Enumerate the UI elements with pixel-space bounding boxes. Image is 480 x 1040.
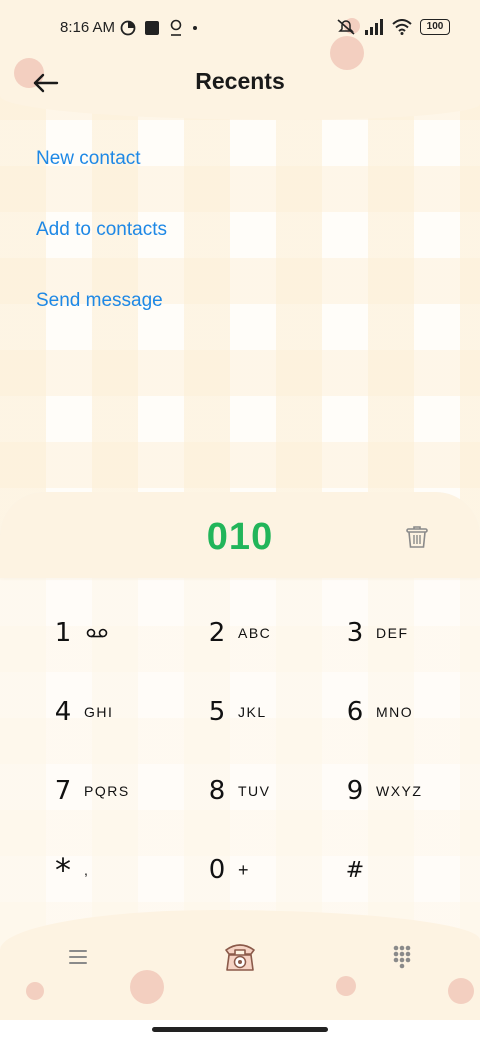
- key-digit: 0: [208, 855, 226, 885]
- key-letters: +: [238, 859, 251, 880]
- call-button[interactable]: [220, 936, 260, 976]
- key-7[interactable]: 7 PQRS: [48, 756, 198, 826]
- keypad-icon: [393, 945, 411, 969]
- key-0[interactable]: 0 +: [202, 835, 352, 905]
- dot-icon: [193, 26, 197, 30]
- key-letters: WXYZ: [376, 783, 423, 799]
- key-6[interactable]: 6 MNO: [340, 677, 480, 747]
- key-digit: 8: [208, 776, 226, 806]
- key-1[interactable]: 1: [48, 598, 198, 668]
- key-3[interactable]: 3 DEF: [340, 598, 480, 668]
- key-digit: *: [55, 851, 71, 889]
- status-bar: 8:16 AM 100: [0, 0, 480, 56]
- telephone-icon: [225, 944, 255, 971]
- key-4[interactable]: 4 GHI: [48, 677, 198, 747]
- send-message-link[interactable]: Send message: [36, 290, 163, 312]
- decor-dot: [26, 982, 44, 1000]
- key-digit: 6: [346, 697, 364, 727]
- key-digit: 3: [346, 618, 364, 648]
- app-bar: Recents: [0, 56, 480, 108]
- key-digit: 9: [346, 776, 364, 806]
- trash-icon: [406, 526, 428, 548]
- key-letters: TUV: [238, 783, 271, 799]
- mute-icon: [337, 19, 355, 35]
- status-time: 8:16 AM: [60, 19, 116, 36]
- menu-icon: [69, 950, 87, 964]
- battery-icon: 100: [420, 19, 450, 35]
- key-digit: 2: [208, 618, 226, 648]
- key-5[interactable]: 5 JKL: [202, 677, 352, 747]
- page-title: Recents: [195, 68, 285, 94]
- new-contact-link[interactable]: New contact: [36, 148, 141, 170]
- dialer-display: 010: [0, 492, 480, 578]
- key-letters: DEF: [376, 625, 409, 641]
- signal-icon: [365, 19, 383, 35]
- add-to-contacts-link[interactable]: Add to contacts: [36, 219, 167, 241]
- voicemail-icon: [86, 628, 108, 638]
- square-notification-icon: [145, 21, 159, 35]
- key-2[interactable]: 2 ABC: [202, 598, 352, 668]
- key-letters: PQRS: [84, 783, 130, 799]
- key-letters: GHI: [84, 704, 114, 720]
- key-9[interactable]: 9 WXYZ: [340, 756, 480, 826]
- location-notification-icon: [170, 19, 182, 36]
- key-letters: MNO: [376, 704, 414, 720]
- key-star[interactable]: * ,: [48, 835, 198, 905]
- decor-dot: [336, 976, 356, 996]
- delete-button[interactable]: [404, 524, 430, 550]
- decor-dot: [448, 978, 474, 1004]
- key-letters: ABC: [238, 625, 272, 641]
- key-8[interactable]: 8 TUV: [202, 756, 352, 826]
- key-digit: #: [345, 857, 365, 883]
- decor-dot: [130, 970, 164, 1004]
- status-left-icons: [120, 19, 198, 37]
- wifi-icon: [392, 19, 412, 35]
- key-digit: 4: [54, 697, 72, 727]
- status-right-icons: 100: [336, 18, 450, 36]
- home-indicator[interactable]: [152, 1027, 328, 1032]
- data-saver-icon: [120, 20, 136, 36]
- key-hash[interactable]: #: [340, 835, 480, 905]
- key-digit: 7: [54, 776, 72, 806]
- menu-button[interactable]: [61, 940, 95, 974]
- key-letters: JKL: [238, 704, 267, 720]
- key-digit: 5: [208, 697, 226, 727]
- key-digit: 1: [54, 618, 72, 648]
- keypad-button[interactable]: [385, 940, 419, 974]
- key-letters: ,: [84, 862, 90, 878]
